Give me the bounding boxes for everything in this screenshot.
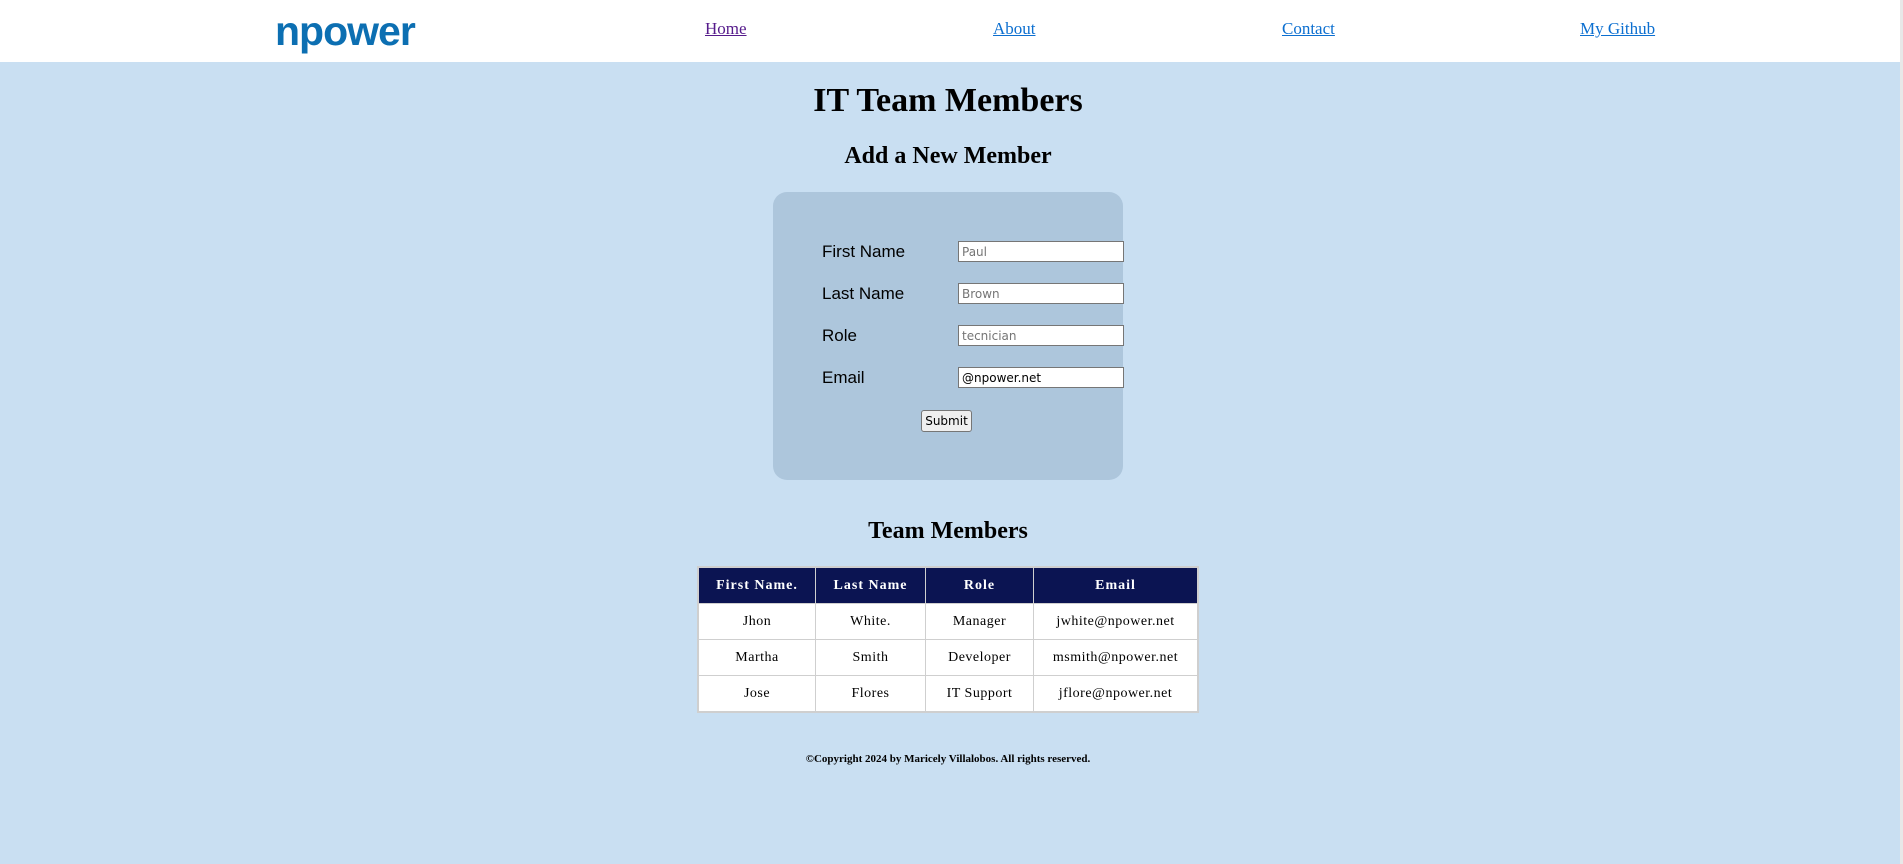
role-input[interactable] [958, 325, 1124, 346]
last-name-label: Last Name [822, 284, 905, 303]
add-member-form: First Name Last Name Role Email Submit [773, 192, 1124, 480]
cell-first-name: Jose [697, 675, 816, 713]
top-navbar: npower Home About Contact My Github [0, 0, 1900, 62]
column-header-role: Role [925, 566, 1034, 604]
page-title: IT Team Members [813, 82, 1083, 119]
first-name-label: First Name [822, 242, 906, 261]
cell-role: Manager [925, 603, 1034, 640]
role-label: Role [822, 326, 857, 345]
email-input[interactable] [958, 367, 1124, 388]
cell-role: IT Support [925, 675, 1034, 713]
email-row: Email [822, 367, 1124, 391]
nav-link-about[interactable]: About [993, 19, 1036, 39]
last-name-row: Last Name [822, 283, 1124, 307]
first-name-row: First Name [822, 241, 1124, 265]
cell-email: jflore@npower.net [1033, 675, 1199, 713]
submit-button[interactable]: Submit [921, 410, 972, 432]
cell-email: msmith@npower.net [1033, 639, 1199, 676]
npower-logo[interactable]: npower [275, 8, 416, 54]
cell-first-name: Martha [697, 639, 816, 676]
cell-last-name: White. [815, 603, 926, 640]
nav-link-github[interactable]: My Github [1580, 19, 1655, 39]
first-name-input[interactable] [958, 241, 1124, 262]
column-header-first-name: First Name. [697, 566, 816, 604]
email-label: Email [822, 368, 865, 387]
role-row: Role [822, 325, 1124, 349]
table-header-row: First Name. Last Name Role Email [697, 566, 1199, 604]
column-header-last-name: Last Name [815, 566, 926, 604]
nav-link-contact[interactable]: Contact [1282, 19, 1335, 39]
cell-email: jwhite@npower.net [1033, 603, 1199, 640]
cell-first-name: Jhon [697, 603, 816, 640]
team-members-table: First Name. Last Name Role Email Jhon Wh… [697, 566, 1199, 713]
copyright-footer: ©Copyright 2024 by Maricely Villalobos. … [805, 753, 1091, 765]
cell-role: Developer [925, 639, 1034, 676]
team-members-title: Team Members [868, 518, 1028, 544]
form-title: Add a New Member [844, 143, 1052, 169]
column-header-email: Email [1033, 566, 1199, 604]
cell-last-name: Smith [815, 639, 926, 676]
table-row: Martha Smith Developer msmith@npower.net [697, 639, 1199, 676]
cell-last-name: Flores [815, 675, 926, 713]
table-row: Jhon White. Manager jwhite@npower.net [697, 603, 1199, 640]
last-name-input[interactable] [958, 283, 1124, 304]
table-row: Jose Flores IT Support jflore@npower.net [697, 675, 1199, 713]
nav-link-home[interactable]: Home [705, 19, 747, 39]
